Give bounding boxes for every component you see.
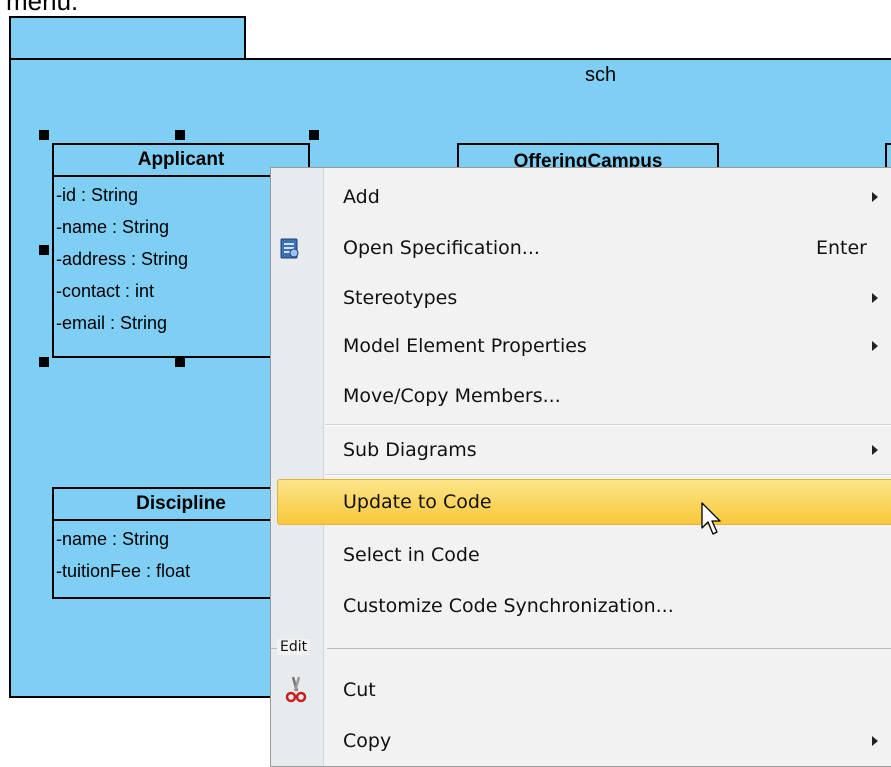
submenu-arrow-icon	[872, 445, 878, 455]
menu-item-customize-code-synchronization[interactable]: Customize Code Synchronization...	[271, 581, 891, 631]
menu-item-move-copy-members[interactable]: Move/Copy Members...	[271, 371, 891, 421]
submenu-arrow-icon	[872, 736, 878, 746]
menu-item-label: Customize Code Synchronization...	[343, 595, 674, 617]
menu-item-label: Stereotypes	[343, 287, 458, 309]
caption-text: menu.	[6, 0, 79, 16]
submenu-arrow-icon	[872, 192, 878, 202]
selection-handle[interactable]	[39, 357, 49, 367]
menu-item-label: Update to Code	[343, 491, 492, 513]
menu-item-cut[interactable]: Cut	[271, 665, 891, 715]
menu-item-label: Select in Code	[343, 544, 480, 566]
menu-item-label: Copy	[343, 730, 392, 752]
menu-item-label: Cut	[343, 679, 376, 701]
menu-separator	[325, 474, 891, 476]
selection-handle[interactable]	[39, 130, 49, 140]
menu-item-label: Open Specification...	[343, 237, 540, 259]
menu-item-label: Sub Diagrams	[343, 439, 477, 461]
menu-item-add[interactable]: Add	[271, 172, 891, 222]
selection-handle[interactable]	[175, 130, 185, 140]
menu-group-label-edit: Edit	[277, 639, 311, 655]
menu-item-label: Add	[343, 186, 380, 208]
selection-handle[interactable]	[175, 357, 185, 367]
menu-item-open-specification[interactable]: Open Specification... Enter	[271, 223, 891, 273]
menu-item-label: Move/Copy Members...	[343, 385, 561, 407]
context-menu: Add Open Specification... Enter Stereoty…	[270, 167, 891, 767]
selection-handle[interactable]	[39, 245, 49, 255]
selection-handle[interactable]	[309, 130, 319, 140]
submenu-arrow-icon	[872, 341, 878, 351]
menu-item-label: Model Element Properties	[343, 335, 587, 357]
menu-item-sub-diagrams[interactable]: Sub Diagrams	[271, 425, 891, 475]
scissors-icon	[285, 675, 307, 709]
package-name: sch	[585, 64, 617, 86]
menu-item-copy[interactable]: Copy	[271, 716, 891, 766]
group-divider	[327, 648, 891, 649]
menu-item-model-element-properties[interactable]: Model Element Properties	[271, 321, 891, 371]
package-tab[interactable]	[9, 16, 246, 60]
menu-item-select-in-code[interactable]: Select in Code	[271, 530, 891, 580]
menu-item-shortcut: Enter	[816, 237, 867, 259]
menu-item-stereotypes[interactable]: Stereotypes	[271, 273, 891, 323]
mouse-cursor-icon	[701, 502, 721, 535]
menu-item-update-to-code[interactable]: Update to Code	[271, 477, 891, 527]
specification-icon	[279, 238, 301, 264]
submenu-arrow-icon	[872, 293, 878, 303]
